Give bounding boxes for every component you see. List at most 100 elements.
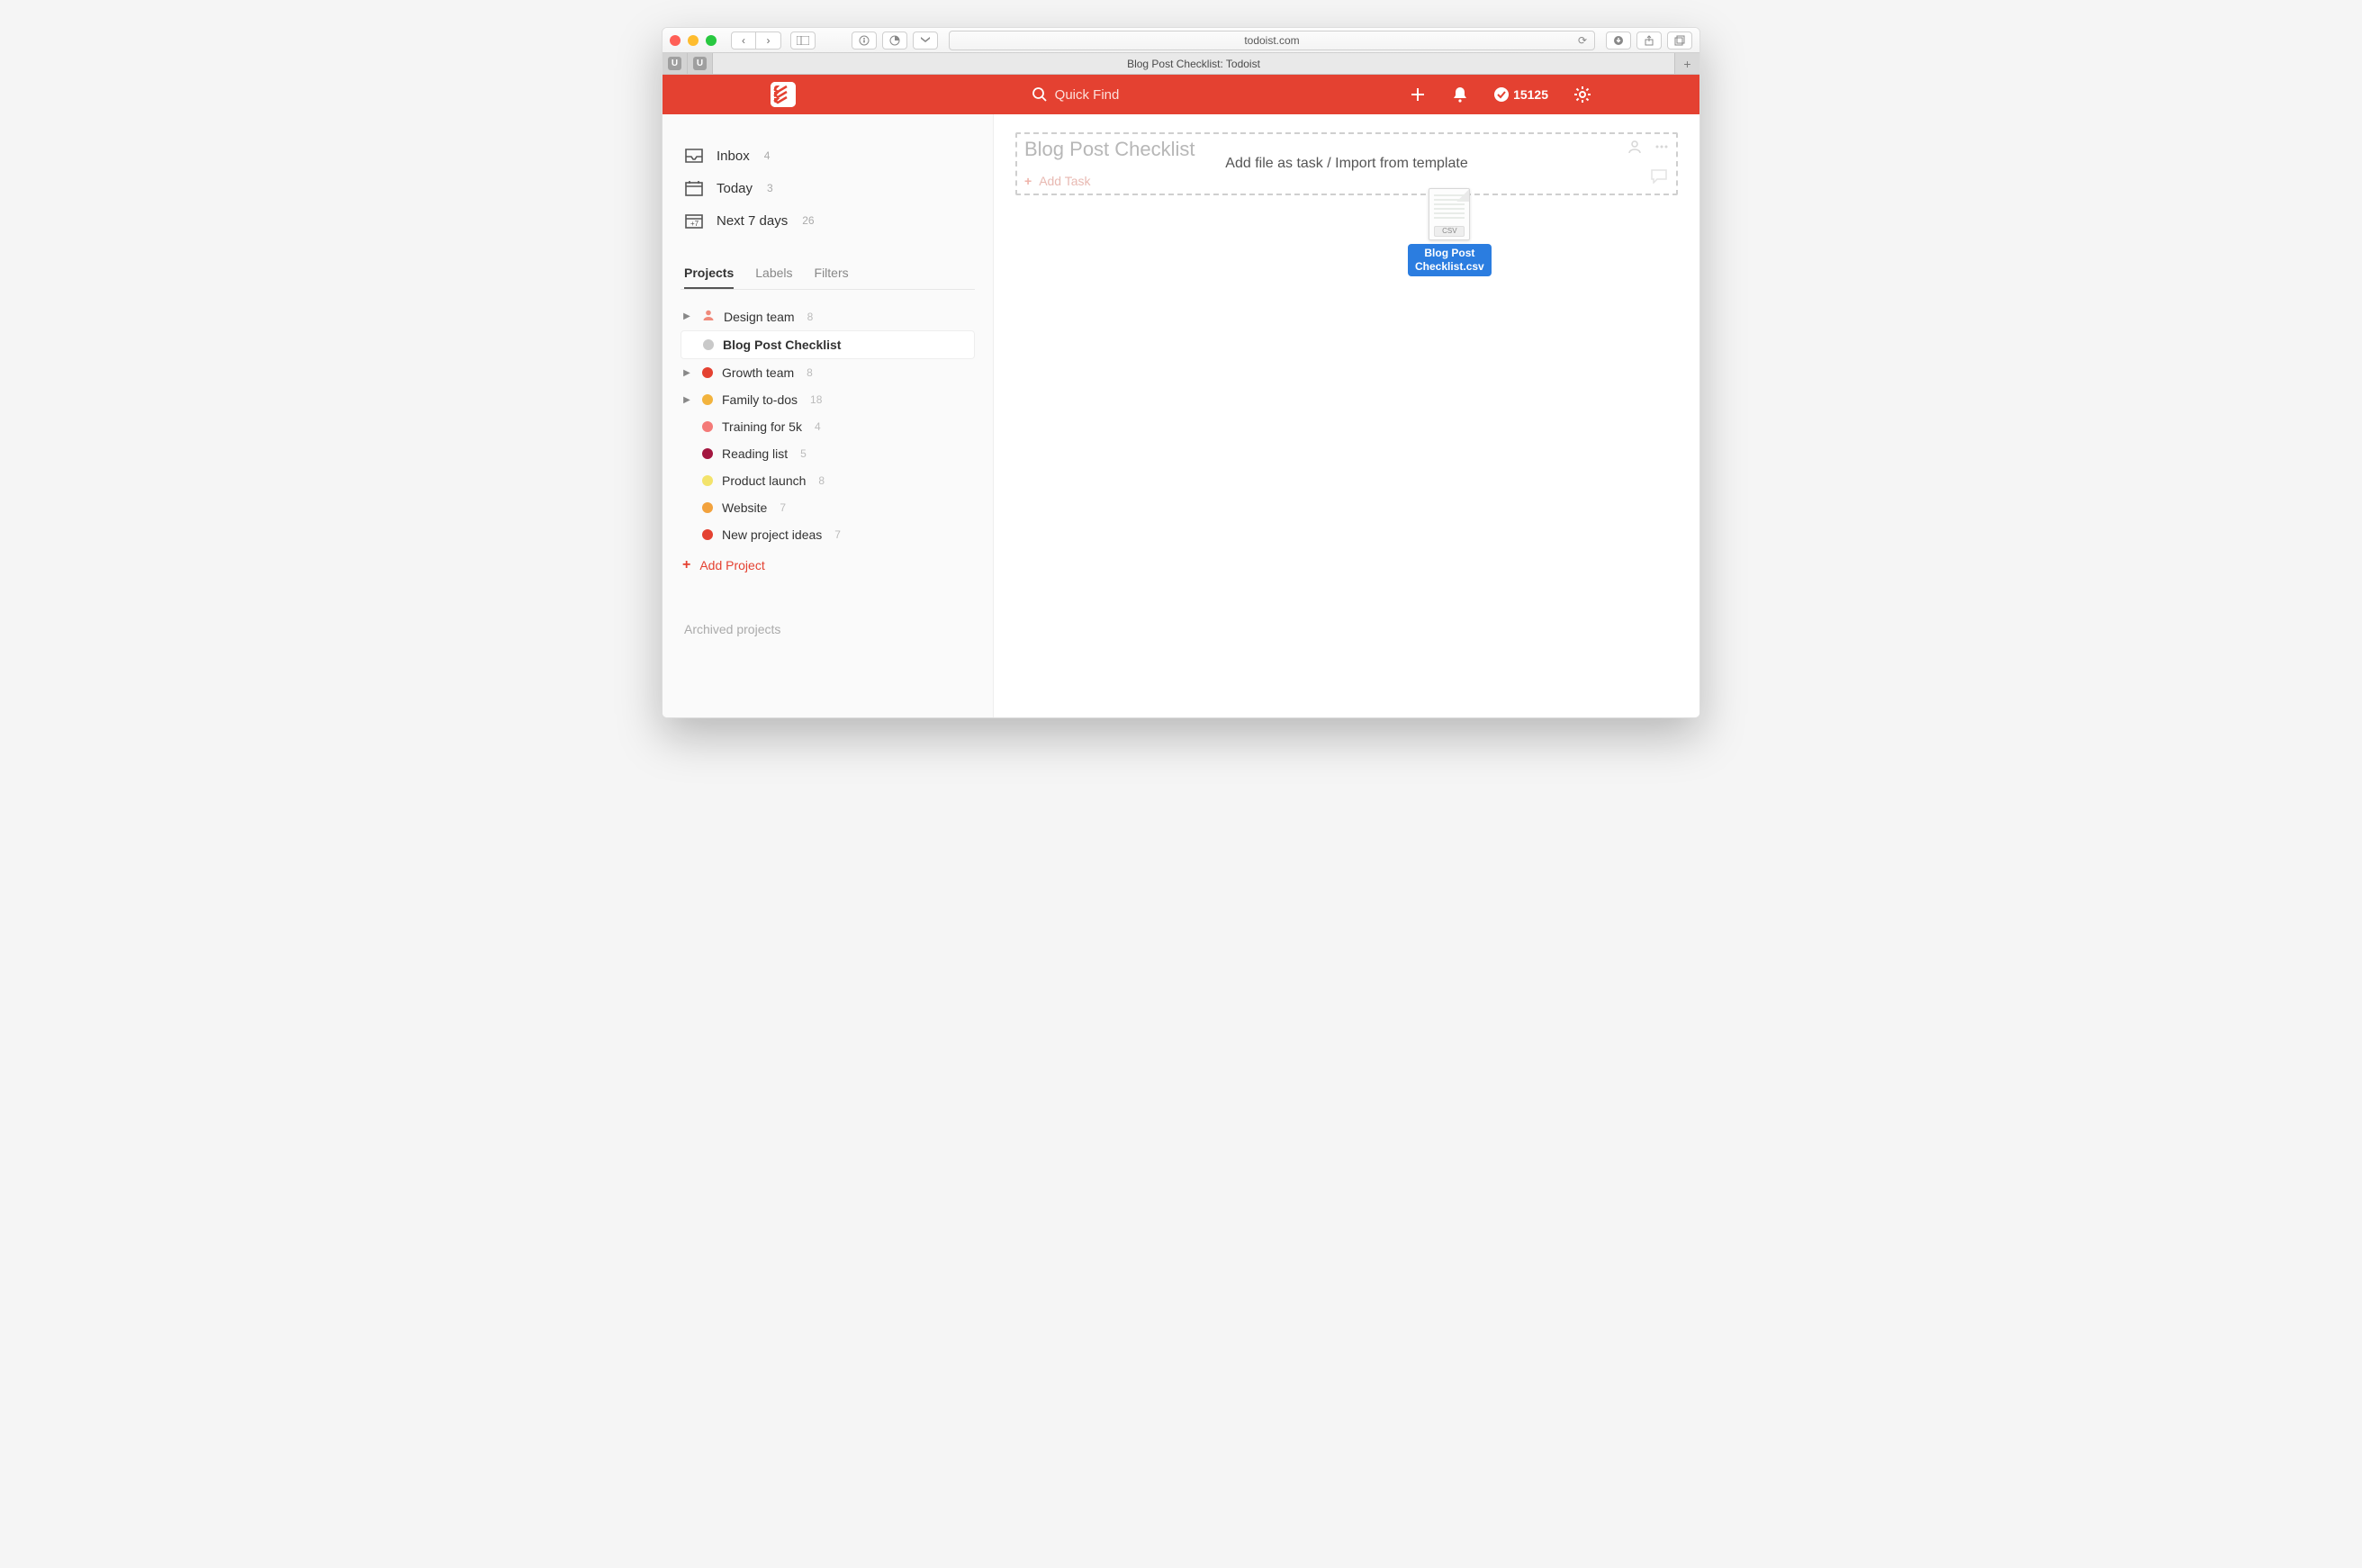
extension-icon-2[interactable] [882,32,907,50]
share-project-icon[interactable] [1627,140,1642,158]
archived-projects-link[interactable]: Archived projects [681,622,975,636]
new-tab-button[interactable]: + [1674,53,1699,74]
project-color-dot [703,339,714,350]
nav-next7-label: Next 7 days [717,213,788,229]
todoist-logo[interactable] [771,82,796,107]
nav-inbox[interactable]: Inbox 4 [681,140,975,172]
karma-icon [1493,86,1510,103]
dragged-file[interactable]: CSV Blog Post Checklist.csv [1408,188,1492,276]
search-icon [1032,86,1048,103]
plus-icon: + [1024,174,1032,188]
notifications-button[interactable] [1452,86,1468,104]
karma-score[interactable]: 15125 [1493,86,1548,103]
chevron-right-icon[interactable]: ▶ [681,368,693,378]
project-item[interactable]: ▶Growth team8 [681,359,975,386]
project-name: Family to-dos [722,392,798,407]
app-header: Quick Find 15125 [663,75,1699,114]
project-color-dot [702,367,713,378]
quick-find[interactable]: Quick Find [1032,86,1120,103]
comments-icon[interactable] [1651,169,1667,188]
reload-icon[interactable]: ⟳ [1578,34,1587,47]
project-item[interactable]: New project ideas7 [681,521,975,548]
tab-projects[interactable]: Projects [684,258,734,289]
url-text: todoist.com [1244,34,1299,47]
inbox-icon [684,147,704,165]
next7-icon: +7 [684,212,704,230]
project-name: Blog Post Checklist [723,338,841,352]
project-count: 18 [810,393,822,406]
project-item[interactable]: Blog Post Checklist [681,330,975,359]
project-count: 7 [834,528,841,541]
active-tab[interactable]: Blog Post Checklist: Todoist [713,53,1674,74]
browser-window: ‹ › todoist.com ⟳ U U [662,27,1700,718]
project-name: Design team [724,310,795,324]
project-item[interactable]: Product launch8 [681,467,975,494]
project-name: Training for 5k [722,419,802,434]
app-content: Inbox 4 Today 3 +7 Next 7 days 26 Projec… [663,114,1699,717]
project-menu-icon[interactable] [1654,140,1669,158]
project-color-dot [702,529,713,540]
project-color-dot [702,448,713,459]
add-project-button[interactable]: + Add Project [681,548,975,582]
pinned-tab-2[interactable]: U [688,53,713,74]
minimize-window-button[interactable] [688,35,699,46]
sidebar: Inbox 4 Today 3 +7 Next 7 days 26 Projec… [663,114,994,717]
gear-icon [1573,86,1591,104]
file-name-label: Blog Post Checklist.csv [1408,244,1492,276]
add-task-button[interactable] [1409,86,1427,104]
traffic-lights [670,35,717,46]
tab-bar: U U Blog Post Checklist: Todoist + [663,53,1699,75]
project-header-icons [1627,140,1669,158]
sidebar-tabs: Projects Labels Filters [681,258,975,290]
chevron-right-icon[interactable]: ▶ [681,311,693,321]
add-project-label: Add Project [699,558,764,572]
close-window-button[interactable] [670,35,681,46]
dropzone[interactable]: Blog Post Checklist Add file as task / I… [1015,132,1678,195]
main-panel: Blog Post Checklist Add file as task / I… [994,114,1699,717]
project-count: 4 [815,420,821,433]
extension-icon-3[interactable] [913,32,938,50]
project-color-dot [702,502,713,513]
nav-next7[interactable]: +7 Next 7 days 26 [681,204,975,237]
nav-inbox-count: 4 [764,149,771,162]
nav-inbox-label: Inbox [717,149,750,164]
svg-text:+7: +7 [690,220,699,228]
file-icon: CSV [1429,188,1470,240]
add-task-label: Add Task [1039,174,1090,188]
nav-today-count: 3 [767,182,773,194]
pinned-tab-1[interactable]: U [663,53,688,74]
add-task-link[interactable]: + Add Task [1024,174,1091,188]
tabs-overview-button[interactable] [1667,32,1692,50]
share-button[interactable] [1636,32,1662,50]
nav-today[interactable]: Today 3 [681,172,975,204]
project-name: Website [722,500,767,515]
project-name: Growth team [722,365,794,380]
tab-title: Blog Post Checklist: Todoist [1127,58,1260,70]
project-list: ▶ Design team 8 Blog Post Checklist ▶ Growth … [681,302,975,548]
back-button[interactable]: ‹ [731,32,756,50]
downloads-button[interactable] [1606,32,1631,50]
project-color-dot [702,421,713,432]
zoom-window-button[interactable] [706,35,717,46]
project-item[interactable]: ▶Design team8 [681,302,975,330]
extension-icon-1[interactable] [852,32,877,50]
project-count: 7 [780,501,786,514]
chevron-right-icon[interactable]: ▶ [681,395,693,405]
url-bar[interactable]: todoist.com ⟳ [949,31,1595,50]
project-count: 8 [818,474,825,487]
tab-labels[interactable]: Labels [755,258,792,289]
project-color-dot [702,394,713,405]
nav-today-label: Today [717,181,753,196]
forward-button[interactable]: › [756,32,781,50]
project-item[interactable]: Training for 5k 4 [681,413,975,440]
project-count: 5 [800,447,807,460]
nav-next7-count: 26 [802,214,814,227]
today-icon [684,179,704,197]
sidebar-toggle-button[interactable] [790,32,816,50]
tab-filters[interactable]: Filters [815,258,849,289]
settings-button[interactable] [1573,86,1591,104]
project-item[interactable]: ▶ Family to-dos 18 [681,386,975,413]
project-item[interactable]: Website 7 [681,494,975,521]
project-color-dot [702,475,713,486]
project-item[interactable]: Reading list5 [681,440,975,467]
